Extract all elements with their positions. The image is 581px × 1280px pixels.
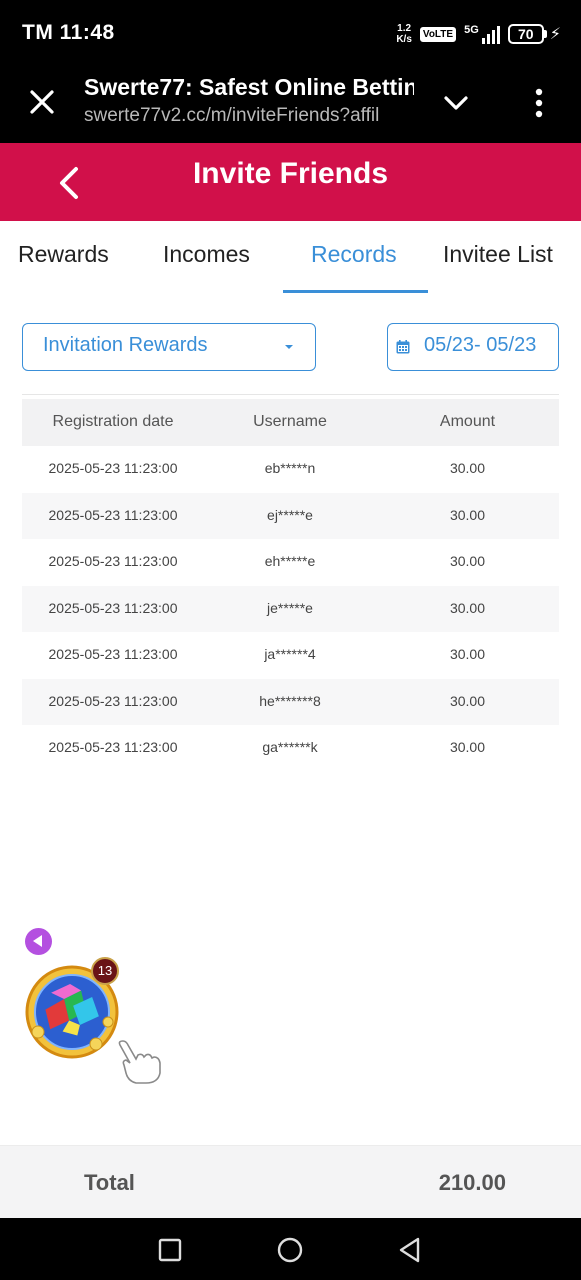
date-range-value: 05/23- 05/23	[424, 334, 537, 356]
cell-username: he*******8	[259, 692, 321, 709]
table-header: Registration date Username Amount	[22, 399, 559, 446]
cell-username: je*****e	[267, 599, 313, 616]
column-header-amount: Amount	[439, 413, 496, 430]
table-row: 2025-05-23 11:23:00 he*******8 30.00	[22, 678, 559, 725]
app-header: Invite Friends	[0, 143, 581, 221]
table-row: 2025-05-23 11:23:00 ga******k 30.00	[22, 725, 559, 772]
collapse-widget-button[interactable]	[25, 928, 52, 955]
tab-rewards[interactable]: Rewards	[18, 241, 109, 268]
total-value: 210.00	[438, 1170, 506, 1195]
total-bar: Total 210.00	[0, 1145, 581, 1218]
charging-icon: ⚡	[549, 26, 561, 43]
cell-registration-date: 2025-05-23 11:23:00	[48, 599, 178, 616]
cell-username: ej*****e	[267, 506, 313, 523]
network-speed: 1.2 K/s	[396, 23, 412, 45]
volte-icon: VoLTE	[419, 26, 457, 42]
cell-username: ja******4	[264, 646, 316, 662]
close-icon[interactable]	[28, 88, 56, 116]
total-label: Total	[84, 1170, 135, 1195]
recent-apps-icon[interactable]	[156, 1236, 184, 1264]
cell-registration-date: 2025-05-23 11:23:00	[48, 553, 178, 569]
cell-registration-date: 2025-05-23 11:23:00	[48, 506, 178, 523]
browser-page-title: Swerte77: Safest Online Betting	[84, 74, 414, 100]
cell-registration-date: 2025-05-23 11:23:00	[48, 739, 178, 755]
tab-incomes[interactable]: Incomes	[163, 241, 250, 268]
caret-down-icon	[285, 345, 293, 349]
back-icon[interactable]	[396, 1236, 424, 1264]
network-speed-value: 1.2	[397, 23, 412, 34]
table-row: 2025-05-23 11:23:00 ej*****e 30.00	[22, 492, 559, 539]
home-icon[interactable]	[276, 1236, 304, 1264]
calendar-icon	[396, 340, 410, 354]
system-navigation-bar	[0, 1218, 581, 1280]
table-row: 2025-05-23 11:23:00 eh*****e 30.00	[22, 539, 559, 586]
active-tab-indicator	[283, 290, 428, 293]
tab-invitee-list[interactable]: Invitee List	[443, 241, 553, 268]
network-speed-unit: K/s	[396, 34, 412, 45]
status-time: TM 11:48	[22, 21, 115, 44]
cell-amount: 30.00	[449, 646, 486, 662]
reward-type-value: Invitation Rewards	[43, 334, 208, 356]
table-row: 2025-05-23 11:23:00 eb*****n 30.00	[22, 446, 559, 493]
tab-bar: Rewards Incomes Records Invitee List	[0, 221, 581, 295]
notification-badge: 13	[91, 957, 119, 985]
cell-amount: 30.00	[449, 739, 486, 755]
status-icons: 1.2 K/s VoLTE 5G 70 ⚡	[396, 20, 561, 48]
date-range-picker[interactable]: 05/23- 05/23	[387, 323, 559, 371]
cell-registration-date: 2025-05-23 11:23:00	[48, 692, 178, 709]
cell-username: eb*****n	[264, 460, 316, 476]
pointing-hand-icon	[118, 1040, 161, 1084]
column-header-username: Username	[253, 413, 327, 430]
cell-amount: 30.00	[449, 692, 486, 709]
cell-amount: 30.00	[449, 553, 486, 569]
records-table: Registration date Username Amount 2025-0…	[22, 399, 559, 772]
more-options-icon[interactable]	[527, 86, 551, 120]
cell-amount: 30.00	[449, 506, 486, 523]
column-header-registration-date: Registration date	[52, 413, 174, 430]
battery-icon: 70 ⚡	[507, 24, 561, 44]
signal-icon: 5G	[464, 24, 500, 44]
chevron-down-icon[interactable]	[441, 88, 471, 118]
page-title: Invite Friends	[192, 157, 389, 190]
table-row: 2025-05-23 11:23:00 je*****e 30.00	[22, 585, 559, 632]
table-row: 2025-05-23 11:23:00 ja******4 30.00	[22, 632, 559, 679]
cell-username: eh*****e	[264, 553, 316, 569]
battery-level: 70	[507, 24, 544, 44]
cell-username: ga******k	[262, 739, 318, 755]
cell-registration-date: 2025-05-23 11:23:00	[48, 646, 178, 662]
status-bar: TM 11:48 1.2 K/s VoLTE 5G 70 ⚡	[0, 0, 581, 66]
page: TM 11:48 1.2 K/s VoLTE 5G 70 ⚡ Swerte77:…	[0, 0, 581, 1280]
cell-amount: 30.00	[449, 599, 486, 616]
network-type: 5G	[464, 24, 479, 36]
cell-registration-date: 2025-05-23 11:23:00	[48, 460, 178, 476]
reward-type-dropdown[interactable]: Invitation Rewards	[22, 323, 316, 371]
divider	[22, 394, 559, 395]
cell-amount: 30.00	[449, 460, 486, 476]
browser-url[interactable]: swerte77v2.cc/m/inviteFriends?affil	[84, 105, 414, 127]
browser-bar: Swerte77: Safest Online Betting swerte77…	[0, 66, 581, 143]
tab-records[interactable]: Records	[311, 241, 397, 268]
